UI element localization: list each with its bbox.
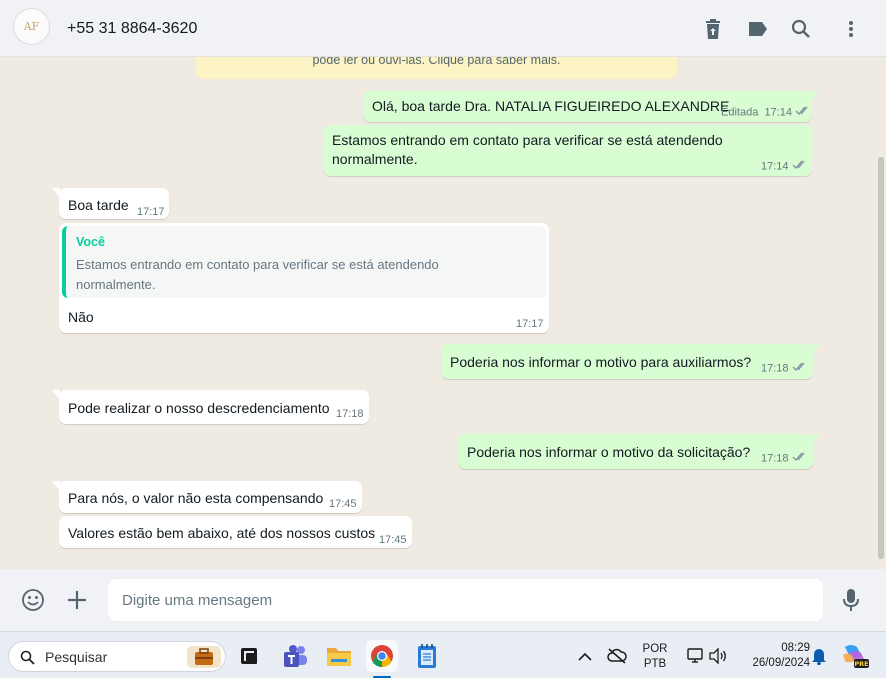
- microphone-icon[interactable]: [838, 587, 864, 613]
- message-time: 17:18: [336, 408, 364, 420]
- composer: [0, 569, 886, 631]
- search-icon: [20, 650, 35, 665]
- input-language[interactable]: POR PTB: [636, 642, 674, 672]
- quote-text: Estamos entrando em contato para verific…: [76, 257, 439, 292]
- message-incoming-reply[interactable]: Você Estamos entrando em contato para ve…: [59, 223, 549, 333]
- encryption-notice[interactable]: pode ler ou ouvi-las. Clique para saber …: [196, 57, 677, 79]
- message-text: Não: [68, 309, 94, 325]
- search-icon[interactable]: [789, 17, 813, 41]
- teams-icon[interactable]: [279, 640, 311, 672]
- message-time: 17:18: [761, 452, 789, 465]
- emoji-icon[interactable]: [20, 587, 46, 613]
- menu-icon[interactable]: [839, 17, 863, 41]
- message-time: 17:17: [516, 318, 544, 330]
- bubble-tail: [811, 91, 819, 101]
- message-text: Para nós, o valor não esta compensando: [68, 490, 324, 506]
- windows-taskbar: Pesquisar POR PTB 08:29 26/09/2024 PRE: [0, 631, 886, 678]
- message-text-line: Estamos entrando em contato para verific…: [332, 132, 723, 148]
- double-check-icon: [795, 106, 811, 119]
- message-time: 17:18: [761, 362, 789, 375]
- chat-area[interactable]: pode ler ou ouvi-las. Clique para saber …: [0, 57, 886, 569]
- bubble-tail: [52, 188, 60, 198]
- message-incoming[interactable]: Para nós, o valor não esta compensando 1…: [52, 481, 362, 513]
- cloud-offline-icon[interactable]: [601, 640, 633, 672]
- message-outgoing[interactable]: Poderia nos informar o motivo da solicit…: [458, 434, 820, 469]
- contact-name[interactable]: +55 31 8864-3620: [67, 20, 197, 38]
- chrome-icon[interactable]: [366, 640, 398, 672]
- keyboard-layout: PTB: [643, 658, 667, 670]
- chat-header: AF +55 31 8864-3620: [0, 0, 886, 57]
- clock-date: 26/09/2024: [752, 657, 810, 669]
- message-time: 17:45: [379, 534, 407, 546]
- label-icon[interactable]: [746, 17, 770, 41]
- message-time: 17:45: [329, 498, 357, 510]
- encryption-notice-text: pode ler ou ouvi-las. Clique para saber …: [312, 57, 561, 67]
- copilot-icon[interactable]: PRE: [839, 640, 871, 672]
- double-check-icon: [792, 362, 808, 375]
- copilot-badge: PRE: [854, 660, 868, 668]
- task-view-icon[interactable]: [233, 640, 265, 672]
- quote-author: Você: [76, 235, 105, 249]
- message-input[interactable]: [108, 579, 823, 621]
- chevron-up-icon[interactable]: [569, 640, 601, 672]
- message-text: Poderia nos informar o motivo para auxil…: [450, 354, 752, 370]
- taskbar-search[interactable]: Pesquisar: [8, 641, 226, 672]
- message-meta: 17:14: [761, 160, 808, 173]
- notification-bell-icon[interactable]: [803, 640, 835, 672]
- message-time: 17:14: [764, 106, 792, 119]
- bubble-tail: [812, 344, 820, 354]
- plus-icon[interactable]: [64, 587, 90, 613]
- volume-icon[interactable]: [702, 640, 734, 672]
- message-incoming[interactable]: Boa tarde 17:17: [52, 188, 169, 219]
- message-text-line: normalmente.: [332, 151, 418, 167]
- message-outgoing[interactable]: Estamos entrando em contato para verific…: [323, 125, 812, 176]
- message-text: Boa tarde: [68, 197, 129, 213]
- message-incoming[interactable]: Pode realizar o nosso descredenciamento …: [52, 390, 369, 424]
- message-text: Pode realizar o nosso descredenciamento: [68, 400, 330, 416]
- message-outgoing[interactable]: Poderia nos informar o motivo para auxil…: [441, 344, 820, 379]
- message-meta: Editada 17:14: [721, 106, 811, 119]
- taskbar-clock[interactable]: 08:29 26/09/2024: [736, 641, 810, 671]
- bubble-tail: [812, 434, 820, 444]
- contact-avatar[interactable]: AF: [13, 8, 50, 45]
- clock-time: 08:29: [781, 642, 810, 654]
- taskbar-search-label: Pesquisar: [45, 649, 108, 665]
- message-outgoing[interactable]: Olá, boa tarde Dra. NATALIA FIGUEIREDO A…: [363, 91, 819, 122]
- double-check-icon: [792, 452, 808, 465]
- message-text: Olá, boa tarde Dra. NATALIA FIGUEIREDO A…: [372, 98, 730, 114]
- bubble-tail: [52, 481, 60, 491]
- briefcase-icon: [187, 646, 221, 668]
- edited-label: Editada: [721, 106, 759, 119]
- file-explorer-icon[interactable]: [323, 640, 355, 672]
- message-meta: 17:18: [761, 452, 808, 465]
- double-check-icon: [792, 160, 808, 173]
- notepad-icon[interactable]: [411, 640, 443, 672]
- message-text: Poderia nos informar o motivo da solicit…: [467, 444, 751, 460]
- message-time: 17:17: [137, 206, 165, 218]
- chat-scrollbar[interactable]: [878, 157, 884, 559]
- message-time: 17:14: [761, 160, 789, 173]
- message-text: Valores estão bem abaixo, até dos nossos…: [68, 525, 376, 541]
- quoted-message[interactable]: Você Estamos entrando em contato para ve…: [62, 226, 546, 298]
- language-code: POR: [642, 643, 668, 655]
- bubble-tail: [52, 390, 60, 400]
- message-incoming[interactable]: Valores estão bem abaixo, até dos nossos…: [59, 516, 412, 548]
- delete-icon[interactable]: [701, 17, 725, 41]
- message-meta: 17:18: [761, 362, 808, 375]
- avatar-initials: AF: [23, 20, 40, 33]
